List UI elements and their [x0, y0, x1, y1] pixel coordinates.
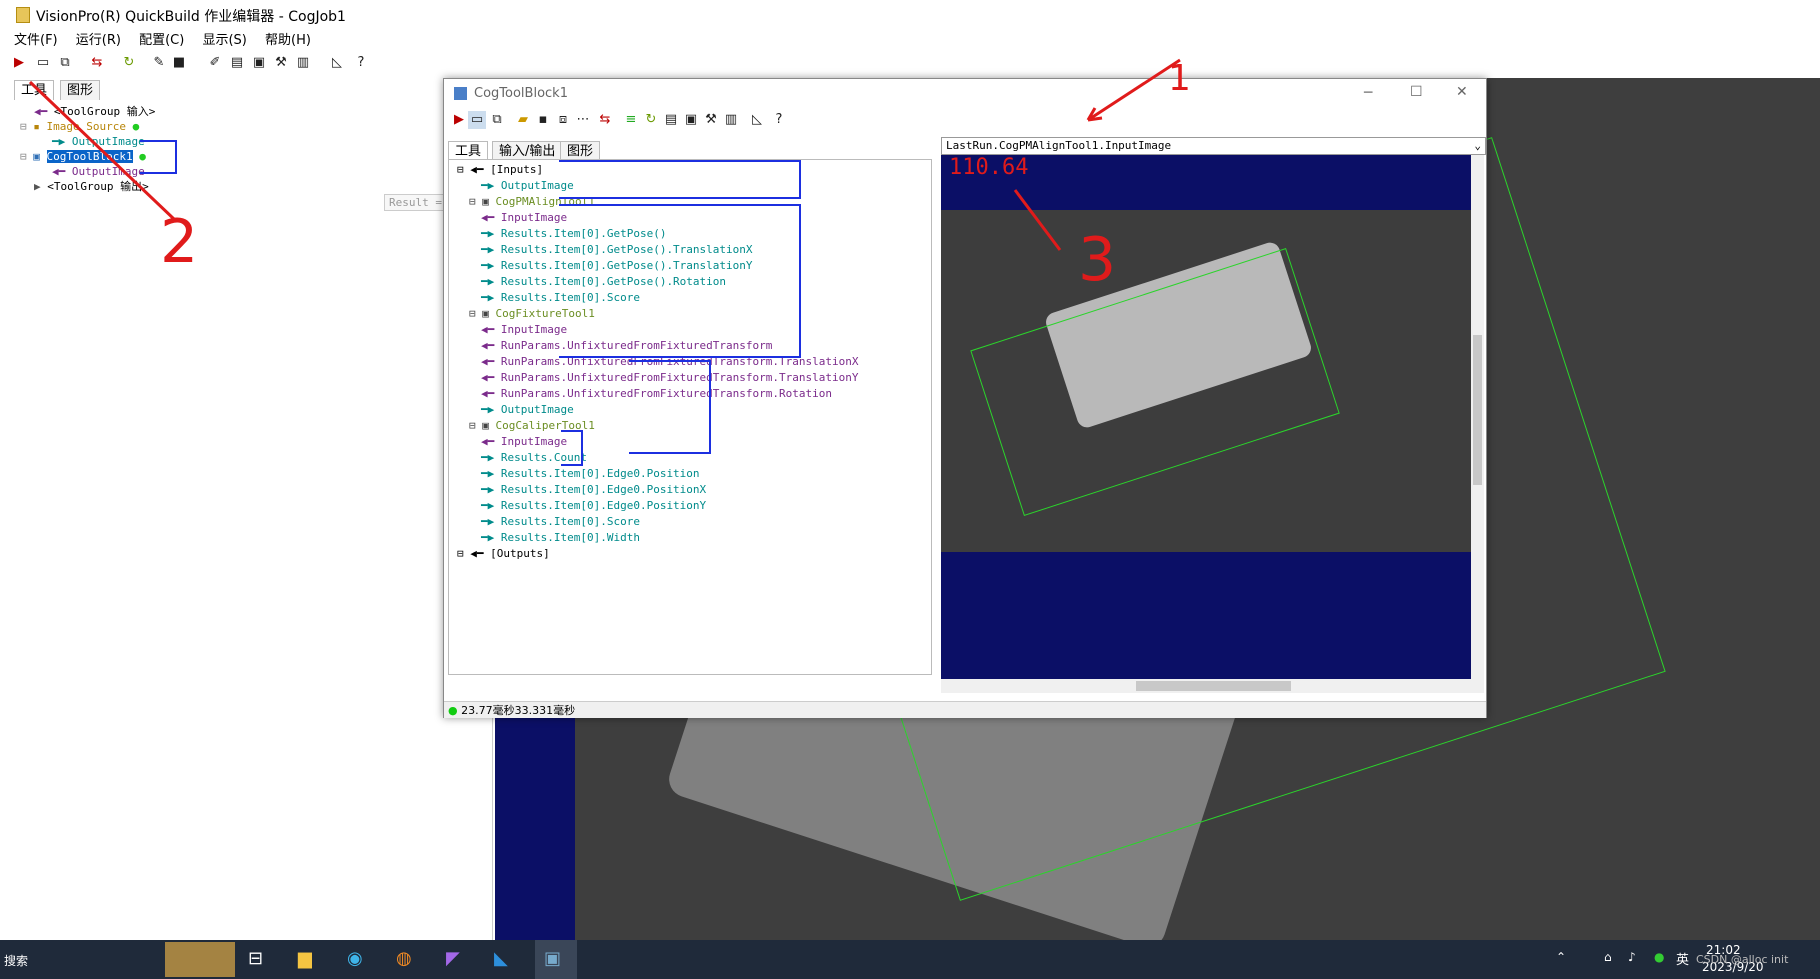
- task-view-icon[interactable]: ⊟: [248, 948, 263, 969]
- volume-icon[interactable]: ♪: [1628, 950, 1636, 964]
- annotation-arrow-3: [1013, 189, 1062, 251]
- visual-studio-icon[interactable]: ◤: [446, 948, 460, 969]
- annotation-number-1: 1: [1168, 58, 1191, 99]
- edge-icon[interactable]: ◉: [347, 948, 363, 969]
- taskbar: 搜索 ⊟ ▆ ◉ ◍ ◤ ◣ ▣ ⌃ ⌂ ♪ ● 英 21:02 2023/9/…: [0, 940, 1820, 979]
- firefox-icon[interactable]: ◍: [396, 948, 412, 969]
- file-explorer-icon[interactable]: ▆: [298, 948, 312, 969]
- annotation-arrow-2: [28, 80, 177, 222]
- vscode-icon[interactable]: ◣: [494, 948, 508, 969]
- input-method[interactable]: 英: [1676, 949, 1689, 968]
- annotation-overlay: 1 2 3: [28, 58, 1191, 295]
- chevron-up-icon[interactable]: ⌃: [1556, 950, 1566, 964]
- wechat-icon[interactable]: ●: [1654, 950, 1664, 964]
- search-highlight-image: [165, 942, 235, 977]
- taskbar-search[interactable]: 搜索: [4, 952, 28, 969]
- network-icon[interactable]: ⌂: [1604, 950, 1612, 964]
- watermark: CSDN @alloc init: [1696, 953, 1789, 966]
- quickbuild-app-icon[interactable]: ▣: [544, 948, 561, 969]
- annotation-number-3: 3: [1078, 225, 1116, 295]
- annotation-arrow-1: [1087, 58, 1181, 122]
- annotation-number-2: 2: [160, 207, 198, 277]
